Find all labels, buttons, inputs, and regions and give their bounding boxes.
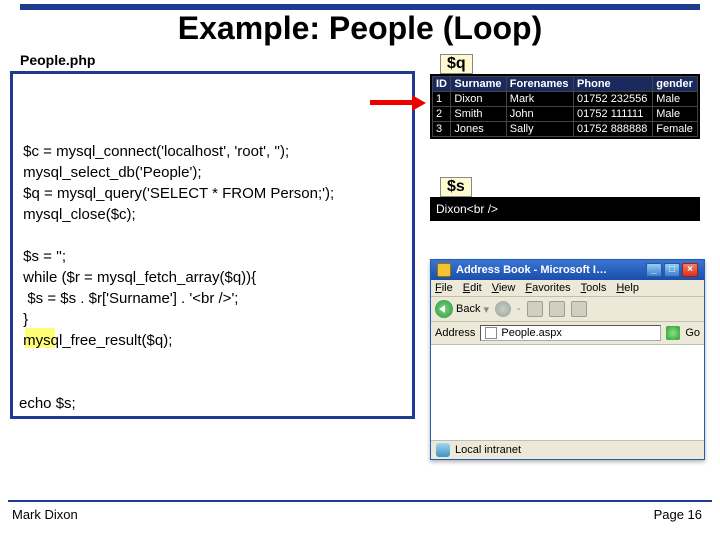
toolbar: Back ▾ -: [431, 297, 704, 322]
menu-view[interactable]: View: [492, 282, 516, 294]
q-label: $q: [440, 54, 473, 74]
menu-help[interactable]: Help: [616, 282, 639, 294]
footer-page: Page 16: [654, 507, 702, 522]
table-header-row: ID Surname Forenames Phone gender: [433, 77, 698, 92]
refresh-icon[interactable]: [549, 301, 565, 317]
s-content: Dixon<br />: [430, 197, 700, 221]
table-row: 3 Jones Sally 01752 888888 Female: [433, 122, 698, 137]
stop-icon[interactable]: [527, 301, 543, 317]
browser-window: Address Book - Microsoft I… _ □ × File E…: [430, 259, 705, 460]
forward-button[interactable]: [495, 301, 511, 317]
menu-bar: File Edit View Favorites Tools Help: [431, 280, 704, 297]
menu-edit[interactable]: Edit: [463, 282, 482, 294]
zone-icon: [436, 443, 450, 457]
code-text: $c = mysql_connect('localhost', 'root', …: [19, 141, 406, 414]
url-text: People.aspx: [501, 327, 562, 339]
chevron-icon: ▾: [483, 303, 489, 316]
q-variable: $q ID Surname Forenames Phone gender 1 D…: [430, 54, 700, 139]
col-id: ID: [433, 77, 451, 92]
address-bar: Address People.aspx Go: [431, 322, 704, 345]
s-variable: $s Dixon<br />: [430, 177, 700, 221]
filename-label: People.php: [18, 52, 88, 68]
browser-title-text: Address Book - Microsoft I…: [456, 264, 607, 276]
s-label: $s: [440, 177, 472, 197]
q-table: ID Surname Forenames Phone gender 1 Dixo…: [432, 76, 698, 137]
col-forenames: Forenames: [506, 77, 573, 92]
browser-content: [431, 345, 704, 440]
back-label: Back: [456, 303, 480, 315]
address-input[interactable]: People.aspx: [480, 325, 661, 341]
back-button[interactable]: Back ▾: [435, 300, 489, 318]
status-bar: Local intranet: [431, 440, 704, 459]
bottom-rule: [8, 500, 712, 502]
go-icon[interactable]: [666, 326, 680, 340]
footer-author: Mark Dixon: [12, 507, 78, 522]
col-phone: Phone: [574, 77, 653, 92]
address-label: Address: [435, 327, 475, 339]
maximize-button[interactable]: □: [664, 263, 680, 277]
table-row: 2 Smith John 01752 111111 Male: [433, 107, 698, 122]
book-icon: [437, 263, 451, 277]
browser-titlebar: Address Book - Microsoft I… _ □ ×: [431, 260, 704, 280]
menu-tools[interactable]: Tools: [581, 282, 607, 294]
col-gender: gender: [653, 77, 698, 92]
home-icon[interactable]: [571, 301, 587, 317]
table-row: 1 Dixon Mark 01752 232556 Male: [433, 92, 698, 107]
slide-title: Example: People (Loop): [0, 10, 720, 47]
back-icon: [435, 300, 453, 318]
menu-file[interactable]: File: [435, 282, 453, 294]
page-icon: [485, 327, 497, 339]
close-button[interactable]: ×: [682, 263, 698, 277]
status-text: Local intranet: [455, 444, 521, 456]
red-arrow: [370, 95, 426, 111]
col-surname: Surname: [451, 77, 506, 92]
minimize-button[interactable]: _: [646, 263, 662, 277]
menu-favorites[interactable]: Favorites: [525, 282, 570, 294]
code-box: $c = mysql_connect('localhost', 'root', …: [10, 71, 415, 419]
go-label[interactable]: Go: [685, 327, 700, 339]
